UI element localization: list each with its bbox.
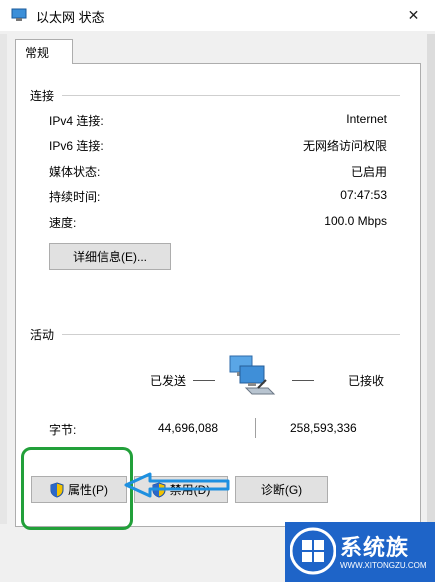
bytes-received-value: 258,593,336 [290, 421, 357, 435]
received-label: 已接收 [348, 374, 385, 388]
activity-heading: 活动 [30, 328, 55, 342]
bytes-sent-value: 44,696,088 [158, 421, 219, 435]
tab-general[interactable]: 常规 [15, 39, 73, 64]
ipv6-value: 无网络访问权限 [302, 139, 387, 153]
duration-label: 持续时间: [49, 190, 101, 204]
close-icon: ✕ [407, 7, 420, 23]
ipv4-value: Internet [346, 112, 387, 126]
highlight-box [21, 447, 133, 530]
windows-logo-icon [290, 527, 336, 575]
close-button[interactable]: ✕ [392, 0, 435, 31]
connection-heading: 连接 [30, 89, 55, 103]
media-state-value: 已启用 [350, 165, 387, 179]
watermark-text: 系统族 [340, 535, 410, 560]
details-button[interactable]: 详细信息(E)... [49, 243, 171, 270]
background-window-edge [0, 34, 7, 524]
bytes-label: 字节: [49, 423, 77, 437]
divider [62, 334, 400, 335]
received-line [292, 380, 314, 381]
duration-value: 07:47:53 [340, 188, 387, 202]
tab-label: 常规 [25, 46, 50, 60]
sent-line [193, 380, 215, 381]
watermark-url: WWW.XITONGZU.COM [340, 561, 427, 570]
speed-label: 速度: [49, 216, 77, 230]
window-title: 以太网 状态 [36, 10, 105, 25]
network-adapter-icon [11, 8, 27, 21]
pointer-arrow-icon [124, 472, 230, 498]
bytes-separator [255, 418, 256, 438]
diagnose-button[interactable]: 诊断(G) [235, 476, 328, 503]
divider [62, 95, 400, 96]
media-state-label: 媒体状态: [49, 165, 101, 179]
sent-label: 已发送 [150, 374, 187, 388]
speed-value: 100.0 Mbps [324, 214, 387, 228]
ipv4-label: IPv4 连接: [49, 114, 104, 128]
network-computers-icon [229, 355, 276, 395]
ipv6-label: IPv6 连接: [49, 139, 104, 153]
background-window-edge [427, 34, 435, 524]
